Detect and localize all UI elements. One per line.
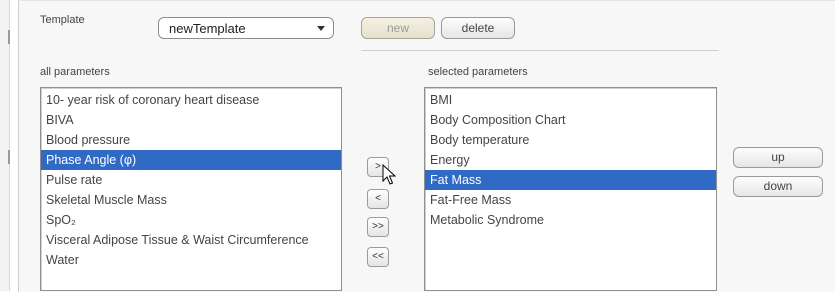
list-item[interactable]: Metabolic Syndrome: [425, 210, 716, 230]
list-item[interactable]: Body Composition Chart: [425, 110, 716, 130]
mouse-cursor-icon: [382, 164, 396, 185]
down-button[interactable]: down: [733, 176, 823, 197]
move-left-button[interactable]: <: [367, 189, 389, 209]
list-item[interactable]: Skeletal Muscle Mass: [41, 190, 341, 210]
window-edge-marker: [8, 30, 10, 44]
list-item[interactable]: 10- year risk of coronary heart disease: [41, 90, 341, 110]
window-edge-marker: [8, 150, 10, 164]
move-all-right-button[interactable]: >>: [367, 217, 389, 237]
chevron-down-icon: [317, 26, 325, 31]
list-item[interactable]: Energy: [425, 150, 716, 170]
list-item[interactable]: Body temperature: [425, 130, 716, 150]
template-select[interactable]: newTemplate: [158, 17, 334, 39]
list-item[interactable]: Blood pressure: [41, 130, 341, 150]
window-edge: [0, 0, 10, 291]
list-item[interactable]: Fat Mass: [425, 170, 716, 190]
list-item[interactable]: Visceral Adipose Tissue & Waist Circumfe…: [41, 230, 341, 250]
all-parameters-label: all parameters: [40, 66, 110, 78]
list-item[interactable]: BMI: [425, 90, 716, 110]
all-parameters-list[interactable]: 10- year risk of coronary heart disease B…: [40, 87, 342, 291]
move-all-left-button[interactable]: <<: [367, 247, 389, 267]
list-item[interactable]: Pulse rate: [41, 170, 341, 190]
up-button[interactable]: up: [733, 147, 823, 168]
list-item[interactable]: Water: [41, 250, 341, 270]
separator-line: [361, 50, 719, 51]
template-label: Template: [40, 14, 85, 26]
list-item[interactable]: SpO₂: [41, 210, 341, 230]
template-select-value: newTemplate: [169, 21, 246, 36]
selected-parameters-list[interactable]: BMI Body Composition Chart Body temperatur…: [424, 87, 717, 291]
delete-button[interactable]: delete: [441, 17, 515, 39]
selected-parameters-label: selected parameters: [428, 66, 528, 78]
list-item[interactable]: BIVA: [41, 110, 341, 130]
list-item[interactable]: Fat-Free Mass: [425, 190, 716, 210]
list-item[interactable]: Phase Angle (φ): [41, 150, 341, 170]
new-button[interactable]: new: [361, 17, 435, 39]
